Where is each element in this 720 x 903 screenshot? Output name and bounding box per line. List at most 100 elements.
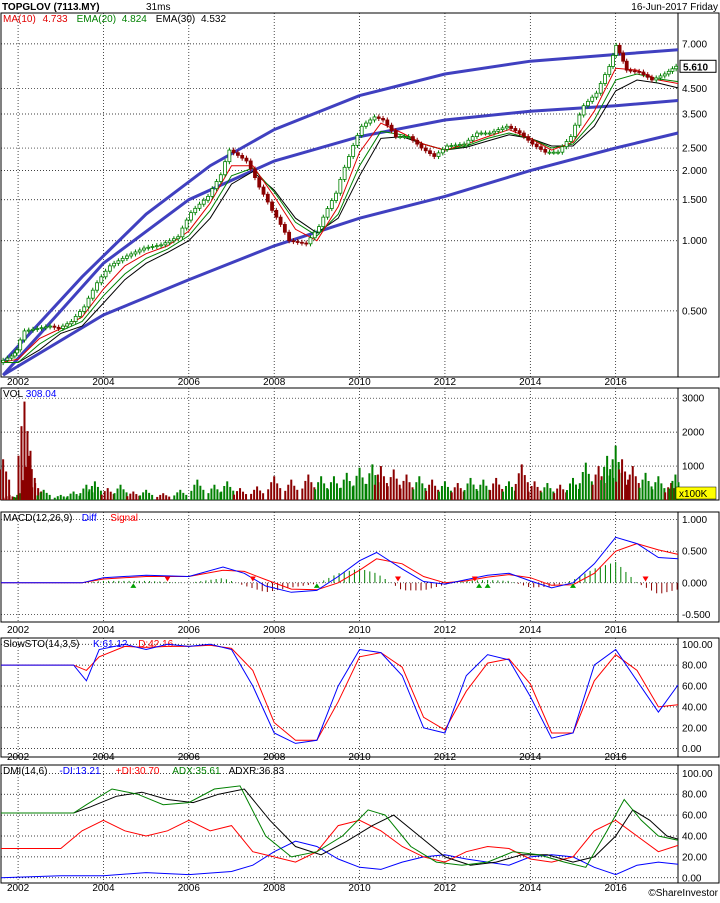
volume-bar <box>139 495 142 500</box>
x-tick-label: 2012 <box>434 377 457 388</box>
candle-body <box>428 150 432 154</box>
volume-bar <box>395 478 398 500</box>
volume-bar <box>492 483 495 500</box>
candle-body <box>346 156 351 168</box>
volume-bar <box>329 482 332 500</box>
adx-line <box>1 785 679 868</box>
x-tick-label: 2008 <box>263 752 286 763</box>
candle-body <box>39 327 44 330</box>
y-tick-label: 40.00 <box>682 832 707 843</box>
x-tick-label: 2002 <box>7 752 30 763</box>
legend-0-1: 4.733 <box>43 14 68 25</box>
y-tick-label: 2.500 <box>682 144 707 155</box>
volume-bar <box>245 494 248 500</box>
candle-body <box>617 44 622 54</box>
candle-body <box>526 136 531 141</box>
y-tick-label: 100.00 <box>682 640 713 651</box>
volume-bar <box>520 464 523 500</box>
volume-bar <box>233 494 236 500</box>
volume-bar <box>536 486 539 500</box>
candle-body <box>496 129 501 132</box>
candle-body <box>364 122 368 127</box>
volume-bar <box>352 485 355 500</box>
volume-bar <box>216 489 219 500</box>
candle-body <box>22 330 27 341</box>
x-tick-label: 2002 <box>7 625 30 636</box>
candle-body <box>52 325 57 328</box>
volume-bar <box>0 469 2 500</box>
volume-bar <box>533 481 536 500</box>
y-tick-label: 40.00 <box>682 702 707 713</box>
volume-bar <box>621 459 624 500</box>
volume-bar <box>361 477 364 500</box>
volume-bar <box>345 472 348 500</box>
volume-bar <box>618 469 621 500</box>
volume-bar <box>489 490 492 500</box>
volume-bar <box>603 466 606 500</box>
candle-body <box>372 116 377 121</box>
candle-body <box>167 240 172 244</box>
volume-bar <box>207 493 210 500</box>
x-tick-label: 2002 <box>7 883 30 894</box>
volume-bar <box>459 488 462 500</box>
y-tick-label: 0.00 <box>682 744 702 755</box>
legend-2-1: Diff <box>82 513 97 524</box>
candle-body <box>329 200 334 209</box>
x-tick-label: 2004 <box>92 625 115 636</box>
volume-bar <box>304 480 307 500</box>
candle-body <box>184 219 189 229</box>
volume-bar <box>466 483 469 500</box>
volume-bar <box>273 476 276 500</box>
candle-body <box>26 329 31 332</box>
volume-bar <box>28 492 31 500</box>
volume-bar <box>113 493 116 500</box>
candle-body <box>522 132 526 137</box>
candle-body <box>223 161 228 176</box>
candle-body <box>107 265 112 272</box>
candle-body <box>35 328 40 330</box>
volume-bar <box>168 496 171 500</box>
chart-symbol: TOPGLOV (7113.MY) <box>2 2 100 13</box>
x-tick-label: 2016 <box>605 625 628 636</box>
volume-bar <box>342 479 345 500</box>
volume-bar <box>87 491 90 500</box>
volume-bar <box>443 481 446 500</box>
candle-body <box>483 132 488 135</box>
volume-bar <box>220 491 223 500</box>
candle-body <box>282 224 287 233</box>
volume-bar <box>21 480 24 500</box>
volume-bar <box>510 486 513 500</box>
volume-bar <box>495 477 498 500</box>
y-tick-label: 80.00 <box>682 661 707 672</box>
buy-signal-arrow <box>476 583 483 588</box>
volume-bar <box>82 488 85 500</box>
volume-bar <box>24 466 27 500</box>
last-price-label: 5.610 <box>683 62 708 73</box>
volume-bar <box>578 483 581 500</box>
volume-bar <box>517 473 520 500</box>
volume-bar <box>326 489 329 500</box>
candle-body <box>129 253 134 257</box>
volume-bar <box>355 475 358 500</box>
volume-bar <box>135 494 138 500</box>
volume-bar <box>549 488 552 500</box>
candle-body <box>462 143 467 146</box>
candle-body <box>662 73 667 77</box>
candle-body <box>270 201 274 211</box>
volume-bar <box>53 497 56 500</box>
volume-bar <box>301 488 304 500</box>
volume-bar <box>190 490 193 500</box>
volume-bar <box>546 483 549 500</box>
volume-bar <box>581 472 584 500</box>
x-tick-label: 2012 <box>434 752 457 763</box>
volume-bar <box>498 484 501 500</box>
volume-bar <box>562 489 565 500</box>
candle-body <box>621 52 626 62</box>
candle-body <box>86 297 91 308</box>
volume-bar <box>267 489 270 500</box>
candle-body <box>457 144 462 146</box>
volume-bar <box>193 484 196 500</box>
volume-bar <box>90 486 93 500</box>
volume-bar <box>229 486 232 500</box>
x-tick-label: 2014 <box>519 883 542 894</box>
